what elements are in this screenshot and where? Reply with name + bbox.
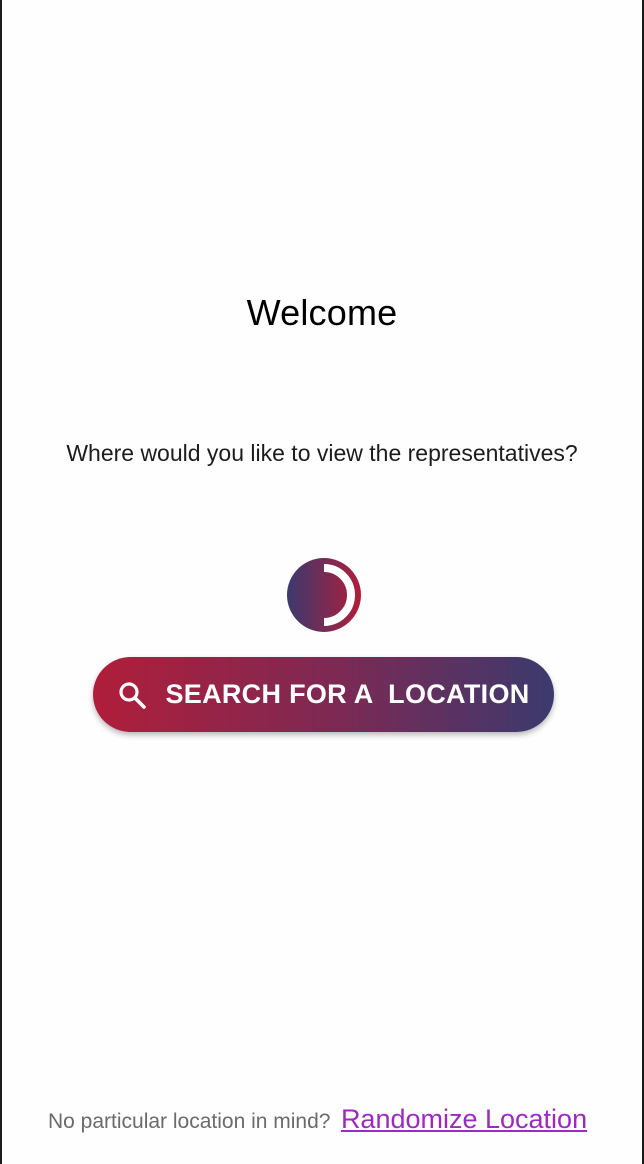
location-prompt: Where would you like to view the represe… (66, 440, 578, 466)
search-button-label: SEARCH FOR A LOCATION (165, 679, 530, 709)
app-screen: Welcome Where would you like to view the… (0, 0, 644, 1164)
search-location-button[interactable]: SEARCH FOR A LOCATION (93, 657, 554, 732)
randomize-location-link[interactable]: Randomize Location (341, 1104, 587, 1134)
randomize-hint: No particular location in mind? (48, 1110, 331, 1133)
randomize-footer: No particular location in mind? Randomiz… (48, 1104, 587, 1135)
half-circle-logo-icon (287, 558, 361, 632)
search-icon (119, 681, 147, 709)
page-title: Welcome (246, 292, 398, 333)
